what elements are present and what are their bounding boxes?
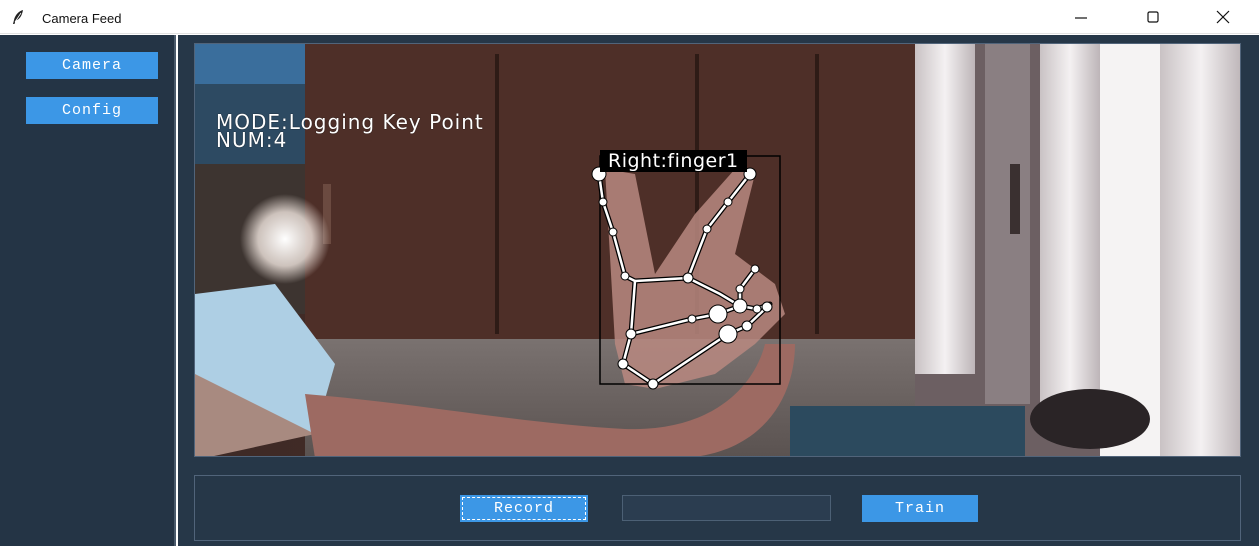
control-panel: Record Train: [194, 475, 1241, 541]
sidebar: Camera Config: [0, 35, 176, 546]
minimize-button[interactable]: [1058, 0, 1104, 34]
feather-icon: [13, 10, 23, 24]
minimize-icon: [1075, 17, 1087, 19]
camera-feed: MODE:Logging Key Point NUM:4 Right:finge…: [194, 43, 1241, 457]
main-panel: MODE:Logging Key Point NUM:4 Right:finge…: [178, 35, 1259, 546]
camera-button[interactable]: Camera: [26, 52, 158, 79]
train-button[interactable]: Train: [862, 495, 978, 522]
hand-label: Right:finger1: [600, 150, 747, 172]
record-button[interactable]: Record: [460, 495, 588, 522]
maximize-icon: [1147, 11, 1159, 23]
window-title: Camera Feed: [42, 11, 122, 26]
label-input[interactable]: [622, 495, 831, 521]
camera-image: [195, 44, 1240, 456]
config-button[interactable]: Config: [26, 97, 158, 124]
close-icon: [1216, 10, 1230, 24]
maximize-button[interactable]: [1130, 0, 1176, 34]
num-text: NUM:4: [216, 128, 288, 152]
close-button[interactable]: [1200, 0, 1246, 34]
title-bar: Camera Feed: [0, 0, 1259, 34]
